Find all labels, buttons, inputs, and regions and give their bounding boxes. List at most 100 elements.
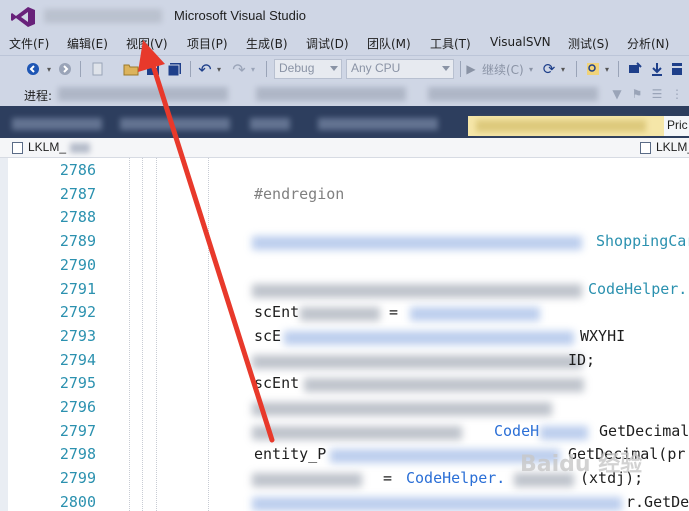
type-dropdown-redacted — [70, 143, 90, 153]
find-dropdown-icon[interactable]: ▾ — [602, 59, 612, 79]
line-number: 2797 — [59, 422, 96, 440]
window-title: Microsoft Visual Studio — [174, 8, 306, 23]
menu-project[interactable]: 项目(P) — [187, 35, 228, 52]
document-tab-pric[interactable]: Pric — [664, 116, 689, 136]
menu-view[interactable]: 视图(V) — [126, 35, 168, 52]
tab-label: Pric — [667, 118, 688, 132]
process-label: 进程: — [24, 89, 53, 103]
code-line-redacted — [300, 307, 380, 321]
chevron-down-icon — [330, 66, 338, 71]
menu-tools[interactable]: 工具(T) — [430, 35, 471, 52]
indent-guide — [208, 158, 209, 511]
line-number: 2793 — [59, 327, 96, 345]
line-number: 2798 — [59, 445, 96, 463]
code-line-redacted — [540, 426, 588, 440]
toolbar-separator — [460, 61, 461, 77]
code-token: scEnt — [254, 303, 300, 321]
code-token: CodeHelper. — [588, 280, 688, 298]
threads-icon[interactable]: ⋮ — [670, 84, 684, 104]
toolbar-separator — [576, 61, 577, 77]
continue-dropdown-icon[interactable]: ▾ — [526, 59, 536, 79]
line-number: 2796 — [59, 398, 96, 416]
document-tab[interactable] — [12, 118, 102, 130]
menu-file[interactable]: 文件(F) — [9, 35, 49, 52]
process-combo[interactable] — [58, 87, 228, 101]
back-dropdown-icon[interactable]: ▾ — [44, 59, 54, 79]
menu-edit[interactable]: 编辑(E) — [67, 35, 108, 52]
configuration-combo[interactable]: Debug — [274, 59, 342, 79]
menu-build[interactable]: 生成(B) — [246, 35, 288, 52]
active-document-tab[interactable] — [468, 116, 664, 136]
code-line-redacted — [252, 284, 582, 298]
step-over-icon[interactable] — [668, 59, 686, 79]
menu-team[interactable]: 团队(M) — [367, 35, 411, 52]
platform-combo[interactable]: Any CPU — [346, 59, 454, 79]
save-all-icon[interactable] — [166, 59, 184, 79]
menu-test[interactable]: 测试(S) — [568, 35, 609, 52]
platform-value: Any CPU — [351, 61, 401, 75]
save-icon[interactable] — [144, 59, 162, 79]
stack-frame-combo[interactable] — [428, 87, 598, 101]
filter-icon[interactable]: ▼ — [610, 84, 624, 104]
thread-combo[interactable] — [256, 87, 406, 101]
document-tab[interactable] — [250, 118, 290, 130]
code-line-redacted — [252, 236, 582, 250]
toolbar-separator — [190, 61, 191, 77]
toolbar-separator — [618, 61, 619, 77]
chevron-down-icon — [442, 66, 450, 71]
document-tab[interactable] — [318, 118, 438, 130]
code-token: ShoppingCar — [596, 232, 689, 250]
code-token: ID; — [568, 351, 596, 369]
continue-button[interactable]: 继续(C) — [482, 61, 524, 78]
code-token: CodeHelper. — [406, 469, 506, 487]
code-line-redacted — [252, 426, 462, 440]
find-icon[interactable] — [584, 59, 602, 79]
active-tab-title-redacted — [476, 120, 646, 132]
window-title-redacted — [44, 9, 162, 23]
line-number: 2787 — [59, 185, 96, 203]
undo-dropdown-icon[interactable]: ▾ — [214, 59, 224, 79]
line-number: 2799 — [59, 469, 96, 487]
undo-icon[interactable]: ↶ — [196, 59, 214, 79]
document-tab[interactable] — [120, 118, 230, 130]
code-token: WXYHI — [580, 327, 626, 345]
editor-left-margin — [0, 158, 8, 511]
code-token: = — [374, 469, 402, 487]
type-dropdown[interactable]: LKLM_ — [28, 140, 66, 154]
redo-icon[interactable]: ↷ — [230, 59, 248, 79]
class-icon — [12, 142, 23, 154]
line-number: 2794 — [59, 351, 96, 369]
menu-bar: 文件(F) 编辑(E) 视图(V) 项目(P) 生成(B) 调试(D) 团队(M… — [0, 32, 689, 54]
title-bar: Microsoft Visual Studio — [0, 0, 689, 32]
code-token: entity_P — [254, 445, 327, 463]
refresh-dropdown-icon[interactable]: ▾ — [558, 59, 568, 79]
indent-guide — [156, 158, 157, 511]
play-icon[interactable]: ▶ — [464, 59, 478, 79]
watermark: Baidu 经验 — [520, 452, 643, 477]
attach-icon[interactable] — [626, 59, 644, 79]
flag-icon[interactable]: ⚑ — [630, 84, 644, 104]
stack-icon[interactable]: ☰ — [650, 84, 664, 104]
code-line-redacted — [284, 331, 574, 345]
code-token: scE — [254, 327, 282, 345]
code-token: GetDecimal — [590, 422, 689, 440]
line-number: 2790 — [59, 256, 96, 274]
member-icon — [640, 142, 651, 154]
code-token: = — [380, 303, 408, 321]
line-number: 2791 — [59, 280, 96, 298]
menu-analyze[interactable]: 分析(N) — [627, 35, 669, 52]
member-dropdown[interactable]: LKLM_ — [656, 140, 689, 154]
line-number: 2795 — [59, 374, 96, 392]
code-line-redacted — [252, 402, 552, 416]
back-icon[interactable] — [24, 59, 42, 79]
menu-visualsvn[interactable]: VisualSVN — [490, 35, 551, 49]
redo-dropdown-icon[interactable]: ▾ — [248, 59, 258, 79]
step-into-icon[interactable] — [648, 59, 666, 79]
code-line-redacted — [252, 497, 622, 511]
code-line-endregion: #endregion — [254, 185, 345, 203]
new-item-icon[interactable] — [88, 59, 106, 79]
refresh-icon[interactable]: ⟳ — [540, 59, 558, 79]
menu-debug[interactable]: 调试(D) — [306, 35, 349, 52]
open-folder-icon[interactable] — [122, 59, 140, 79]
forward-icon[interactable] — [56, 59, 74, 79]
